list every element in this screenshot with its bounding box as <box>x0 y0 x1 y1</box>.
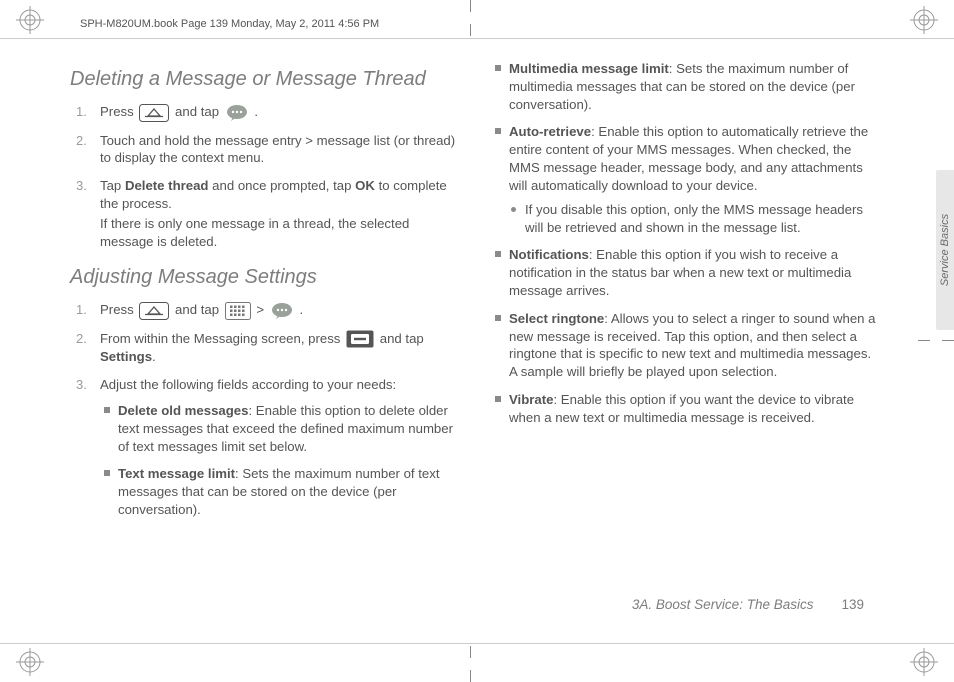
field-label: Text message limit <box>118 466 235 481</box>
side-tab: Service Basics <box>936 170 954 330</box>
list-item: Multimedia message limit: Sets the maxim… <box>491 60 878 113</box>
crop-line <box>0 643 954 644</box>
ui-label: Delete thread <box>125 178 209 193</box>
step-item: 2. From within the Messaging screen, pre… <box>70 330 457 366</box>
sub-list: If you disable this option, only the MMS… <box>509 201 878 237</box>
registration-mark-icon <box>16 648 44 676</box>
step-number: 2. <box>76 132 87 150</box>
right-column: Multimedia message limit: Sets the maxim… <box>491 60 884 622</box>
step-item: 2. Touch and hold the message entry > me… <box>70 132 457 168</box>
step-number: 2. <box>76 330 87 348</box>
side-tab-label: Service Basics <box>939 214 951 286</box>
list-item: Delete old messages: Enable this option … <box>100 402 457 455</box>
deleting-steps: 1. Press and tap . 2. Touch and hold the… <box>70 103 457 250</box>
step-number: 3. <box>76 376 87 394</box>
registration-mark-icon <box>910 648 938 676</box>
messaging-icon <box>270 302 294 320</box>
footer-section-label: 3A. Boost Service: The Basics <box>632 597 814 612</box>
field-label: Auto-retrieve <box>509 124 591 139</box>
home-key-icon <box>139 302 169 320</box>
ui-label: Settings <box>100 349 152 364</box>
crop-tick <box>918 340 930 341</box>
crop-tick <box>942 340 954 341</box>
list-item: Select ringtone: Allows you to select a … <box>491 310 878 381</box>
step-item: 1. Press and tap . <box>70 103 457 122</box>
step-item: 1. Press and tap > . <box>70 301 457 320</box>
step-item: 3. Adjust the following fields according… <box>70 376 457 519</box>
page-footer: 3A. Boost Service: The Basics 139 <box>0 597 954 612</box>
field-label: Multimedia message limit <box>509 61 669 76</box>
settings-fields-list: Delete old messages: Enable this option … <box>100 402 457 519</box>
step-text: Touch and hold the message entry > messa… <box>100 132 457 168</box>
left-column: Deleting a Message or Message Thread 1. … <box>70 60 457 622</box>
step-number: 1. <box>76 103 87 121</box>
step-text: From within the Messaging screen, press <box>100 331 344 346</box>
step-text: Press <box>100 104 137 119</box>
list-item: Text message limit: Sets the maximum num… <box>100 465 457 518</box>
crop-line <box>0 38 954 39</box>
field-label: Vibrate <box>509 392 553 407</box>
list-item: If you disable this option, only the MMS… <box>509 201 878 237</box>
step-text: Tap <box>100 178 125 193</box>
field-label: Select ringtone <box>509 311 604 326</box>
step-text: Press <box>100 302 137 317</box>
heading-deleting: Deleting a Message or Message Thread <box>70 66 457 93</box>
registration-mark-icon <box>910 6 938 34</box>
adjusting-steps: 1. Press and tap > . 2. From within the … <box>70 301 457 519</box>
field-label: Notifications <box>509 247 589 262</box>
step-text: . <box>254 104 258 119</box>
settings-fields-list: Multimedia message limit: Sets the maxim… <box>491 60 878 427</box>
heading-adjusting: Adjusting Message Settings <box>70 264 457 291</box>
step-text: . <box>299 302 303 317</box>
field-label: Delete old messages <box>118 403 248 418</box>
messaging-icon <box>225 104 249 122</box>
list-item: Auto-retrieve: Enable this option to aut… <box>491 123 878 236</box>
page-content: Deleting a Message or Message Thread 1. … <box>70 60 884 622</box>
step-text: > <box>256 302 267 317</box>
page-number: 139 <box>841 597 864 612</box>
list-item: Notifications: Enable this option if you… <box>491 246 878 299</box>
home-key-icon <box>139 104 169 122</box>
crop-tick <box>470 646 471 658</box>
step-text: If there is only one message in a thread… <box>100 215 457 251</box>
list-item: Vibrate: Enable this option if you want … <box>491 391 878 427</box>
step-number: 1. <box>76 301 87 319</box>
apps-grid-icon <box>225 302 251 320</box>
step-item: 3. Tap Delete thread and once prompted, … <box>70 177 457 250</box>
step-text: and tap <box>175 302 223 317</box>
step-text: Adjust the following fields according to… <box>100 376 457 394</box>
step-text: and tap <box>175 104 223 119</box>
step-text: . <box>152 349 156 364</box>
step-number: 3. <box>76 177 87 195</box>
ui-label: OK <box>355 178 375 193</box>
book-header: SPH-M820UM.book Page 139 Monday, May 2, … <box>80 18 379 30</box>
step-text: and once prompted, tap <box>209 178 356 193</box>
crop-tick <box>470 670 471 682</box>
crop-tick <box>470 0 471 12</box>
step-text: and tap <box>380 331 424 346</box>
field-text: : Enable this option if you want the dev… <box>509 392 854 425</box>
registration-mark-icon <box>16 6 44 34</box>
crop-tick <box>470 24 471 36</box>
menu-key-icon <box>346 330 374 348</box>
